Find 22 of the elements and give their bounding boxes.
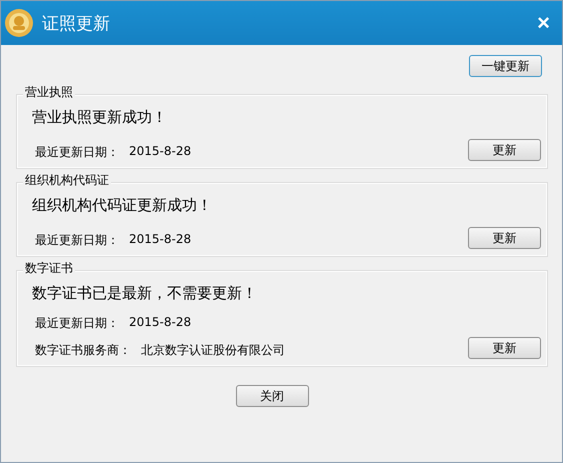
detail-value: 2015-8-28 bbox=[129, 144, 192, 160]
status-message: 营业执照更新成功！ bbox=[32, 107, 168, 127]
group-title: 组织机构代码证 bbox=[23, 172, 111, 188]
detail-label: 数字证书服务商： bbox=[35, 342, 131, 359]
detail-label: 最近更新日期： bbox=[35, 232, 119, 249]
detail-value: 北京数字认证股份有限公司 bbox=[141, 342, 285, 359]
status-message: 组织机构代码证更新成功！ bbox=[32, 195, 213, 215]
detail-label: 最近更新日期： bbox=[35, 144, 119, 161]
close-dialog-button[interactable]: 关闭 bbox=[236, 385, 308, 407]
update-button[interactable]: 更新 bbox=[468, 139, 541, 161]
group-title: 数字证书 bbox=[23, 260, 75, 276]
update-button[interactable]: 更新 bbox=[468, 337, 541, 359]
close-button[interactable]: × bbox=[533, 12, 554, 34]
emblem-icon bbox=[4, 8, 34, 38]
window-title: 证照更新 bbox=[42, 12, 110, 34]
status-message: 数字证书已是最新，不需要更新！ bbox=[32, 283, 258, 303]
detail-value: 2015-8-28 bbox=[129, 315, 192, 331]
group-title: 营业执照 bbox=[23, 84, 75, 100]
detail-label: 最近更新日期： bbox=[35, 315, 119, 332]
detail-value: 2015-8-28 bbox=[129, 232, 192, 248]
update-all-button[interactable]: 一键更新 bbox=[469, 55, 542, 77]
update-button[interactable]: 更新 bbox=[468, 227, 541, 249]
